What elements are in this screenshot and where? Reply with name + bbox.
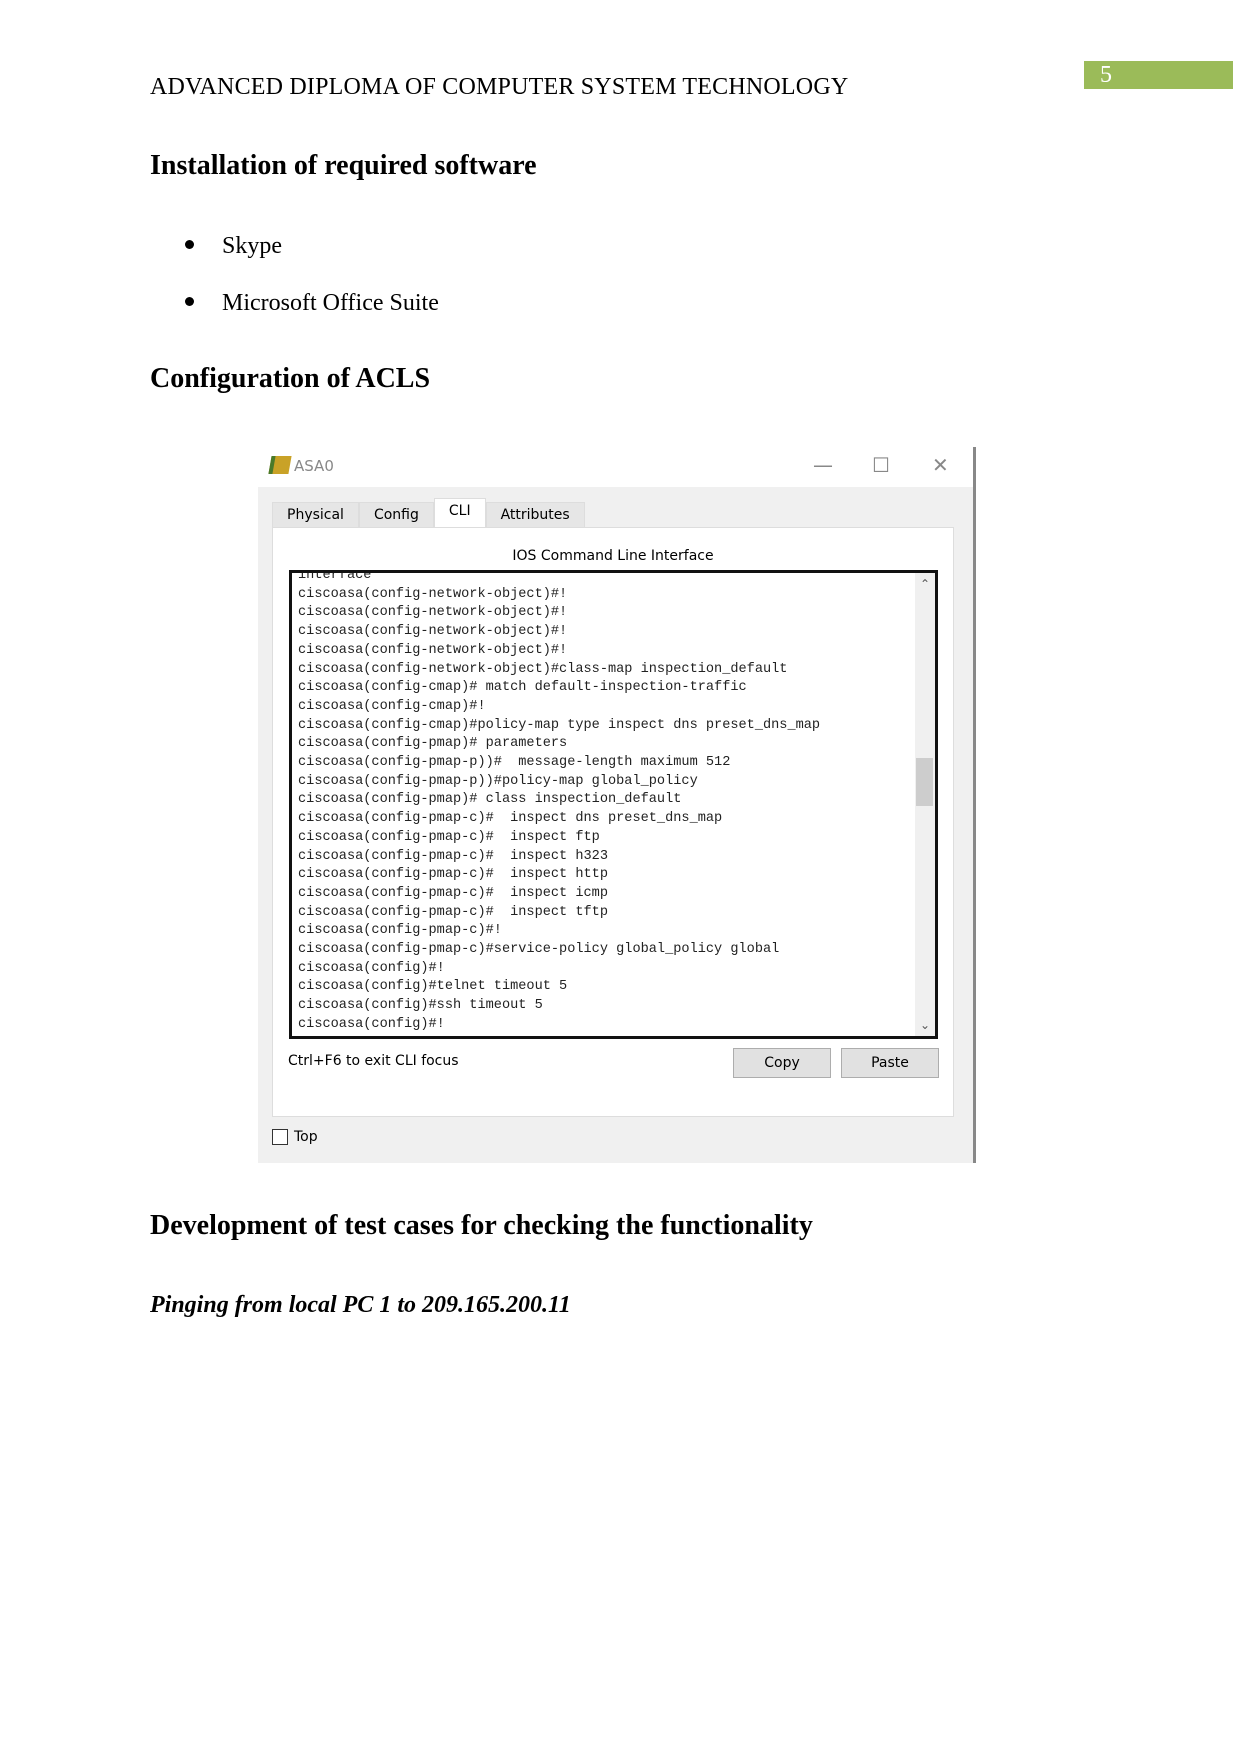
window-title: ASA0 xyxy=(294,457,334,475)
cli-panel: IOS Command Line Interface interface cisc… xyxy=(272,527,954,1117)
panel-title: IOS Command Line Interface xyxy=(512,548,714,564)
cli-line: ciscoasa(config-pmap-p))# message-length… xyxy=(298,755,731,771)
cli-line: ciscoasa(config-network-object)#! xyxy=(298,605,568,621)
cli-line: ciscoasa(config-network-object)#class-ma… xyxy=(298,661,788,677)
bullet-item: Skype xyxy=(185,233,282,260)
paste-button[interactable]: Paste xyxy=(841,1048,939,1078)
checkbox-icon[interactable] xyxy=(272,1129,288,1145)
bullet-text: Skype xyxy=(222,233,282,259)
top-label: Top xyxy=(294,1129,318,1145)
cli-line: ciscoasa(config)#! xyxy=(298,960,445,976)
heading-configuration: Configuration of ACLS xyxy=(150,363,431,394)
minimize-icon[interactable]: — xyxy=(813,453,833,477)
cli-output: interface ciscoasa(config-network-object)… xyxy=(298,570,821,1035)
cli-line: ciscoasa(config-network-object)#! xyxy=(298,642,568,658)
close-icon[interactable]: ✕ xyxy=(932,453,949,477)
running-header: ADVANCED DIPLOMA OF COMPUTER SYSTEM TECH… xyxy=(150,74,849,100)
title-bar: ASA0 — ☐ ✕ xyxy=(258,447,973,487)
app-icon xyxy=(268,456,292,474)
scrollbar[interactable]: ⌃ ⌄ xyxy=(915,573,935,1036)
cli-line: ciscoasa(config-pmap-p))#policy-map glob… xyxy=(298,773,698,789)
asa0-window: ASA0 — ☐ ✕ Physical Config CLI Attribute… xyxy=(258,447,976,1163)
bullet-item: Microsoft Office Suite xyxy=(185,290,439,317)
cli-line: ciscoasa(config)#! xyxy=(298,1016,445,1032)
cli-line: ciscoasa(config-pmap-c)# inspect dns pre… xyxy=(298,811,723,827)
scroll-down-icon[interactable]: ⌄ xyxy=(920,1018,930,1032)
scrollbar-thumb[interactable] xyxy=(916,758,933,806)
bullet-icon xyxy=(185,296,194,306)
cli-line: ciscoasa(config-pmap-c)#service-policy g… xyxy=(298,942,780,958)
maximize-icon[interactable]: ☐ xyxy=(872,453,890,477)
cli-line: ciscoasa(config-cmap)#! xyxy=(298,698,486,714)
bullet-icon xyxy=(185,239,194,249)
heading-installation: Installation of required software xyxy=(150,150,537,181)
cli-line: ciscoasa(config-pmap-c)# inspect h323 xyxy=(298,848,608,864)
cli-line: ciscoasa(config-cmap)#policy-map type in… xyxy=(298,717,821,733)
page-number: 5 xyxy=(1084,61,1233,89)
cli-line: ciscoasa(config-network-object)#! xyxy=(298,586,568,602)
cli-line: ciscoasa(config-pmap-c)# inspect ftp xyxy=(298,829,600,845)
cli-line: ciscoasa(config-pmap-c)# inspect icmp xyxy=(298,885,608,901)
cli-line: ciscoasa(config)#ssh timeout 5 xyxy=(298,998,543,1014)
top-checkbox[interactable]: Top xyxy=(272,1129,318,1145)
cli-line: ciscoasa(config)#telnet timeout 5 xyxy=(298,979,568,995)
bullet-text: Microsoft Office Suite xyxy=(222,290,439,316)
cli-line: ciscoasa(config-pmap-c)# inspect http xyxy=(298,867,608,883)
subheading-ping: Pinging from local PC 1 to 209.165.200.1… xyxy=(150,1292,571,1318)
cli-line: ciscoasa(config-pmap)# class inspection_… xyxy=(298,792,682,808)
cli-line: ciscoasa(config-pmap)# parameters xyxy=(298,736,568,752)
document-page: ADVANCED DIPLOMA OF COMPUTER SYSTEM TECH… xyxy=(0,0,1241,1754)
copy-button[interactable]: Copy xyxy=(733,1048,831,1078)
cli-line: interface xyxy=(298,570,372,583)
cli-line: ciscoasa(config-cmap)# match default-ins… xyxy=(298,680,747,696)
cli-focus-hint: Ctrl+F6 to exit CLI focus xyxy=(288,1053,459,1069)
cli-line: ciscoasa(config-pmap-c)# inspect tftp xyxy=(298,904,608,920)
cli-line: ciscoasa(config-pmap-c)#! xyxy=(298,923,502,939)
cli-terminal[interactable]: interface ciscoasa(config-network-object)… xyxy=(289,570,938,1039)
scroll-up-icon[interactable]: ⌃ xyxy=(920,577,930,591)
heading-test-cases: Development of test cases for checking t… xyxy=(150,1210,813,1241)
cli-line: ciscoasa(config-network-object)#! xyxy=(298,624,568,640)
